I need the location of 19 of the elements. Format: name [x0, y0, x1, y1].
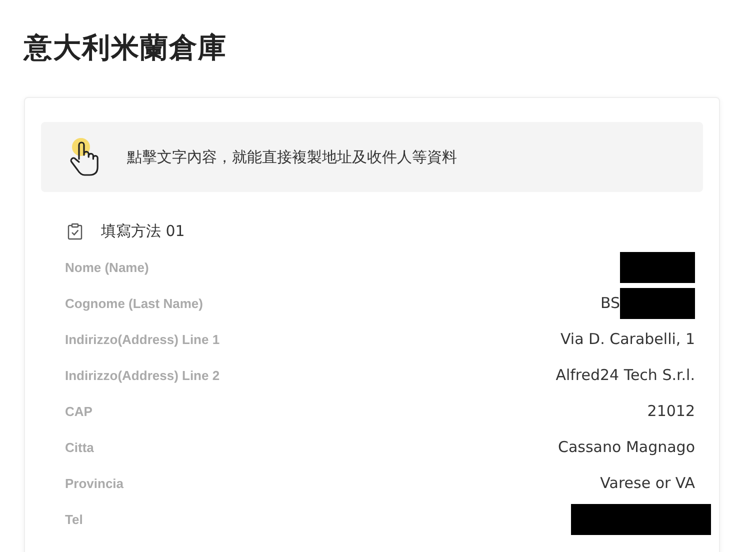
field-label: Nome (Name) — [65, 260, 149, 274]
field-value[interactable]: BS — [600, 294, 620, 312]
page-title: 意大利米蘭倉庫 — [22, 30, 228, 66]
field-label: CAP — [65, 404, 92, 418]
field-label: Tel — [65, 512, 83, 526]
field-value[interactable]: Alfred24 Tech S.r.l. — [556, 366, 695, 384]
field-value[interactable]: Cassano Magnago — [558, 438, 695, 456]
field-label: Provincia — [65, 476, 124, 490]
tap-hand-icon — [69, 137, 99, 177]
field-label: Indirizzo(Address) Line 1 — [65, 332, 220, 346]
field-value[interactable]: Via D. Carabelli, 1 — [560, 330, 695, 348]
section-title: 填寫方法 01 — [101, 222, 185, 241]
field-label: Indirizzo(Address) Line 2 — [65, 368, 220, 382]
notice-text: 點擊文字內容，就能直接複製地址及收件人等資料 — [127, 148, 457, 166]
field-label: Citta — [65, 440, 94, 454]
field-value[interactable]: Varese or VA — [600, 474, 695, 492]
field-label: Cognome (Last Name) — [65, 296, 203, 310]
clipboard-check-icon — [67, 223, 83, 240]
field-value[interactable]: 21012 — [647, 402, 695, 420]
